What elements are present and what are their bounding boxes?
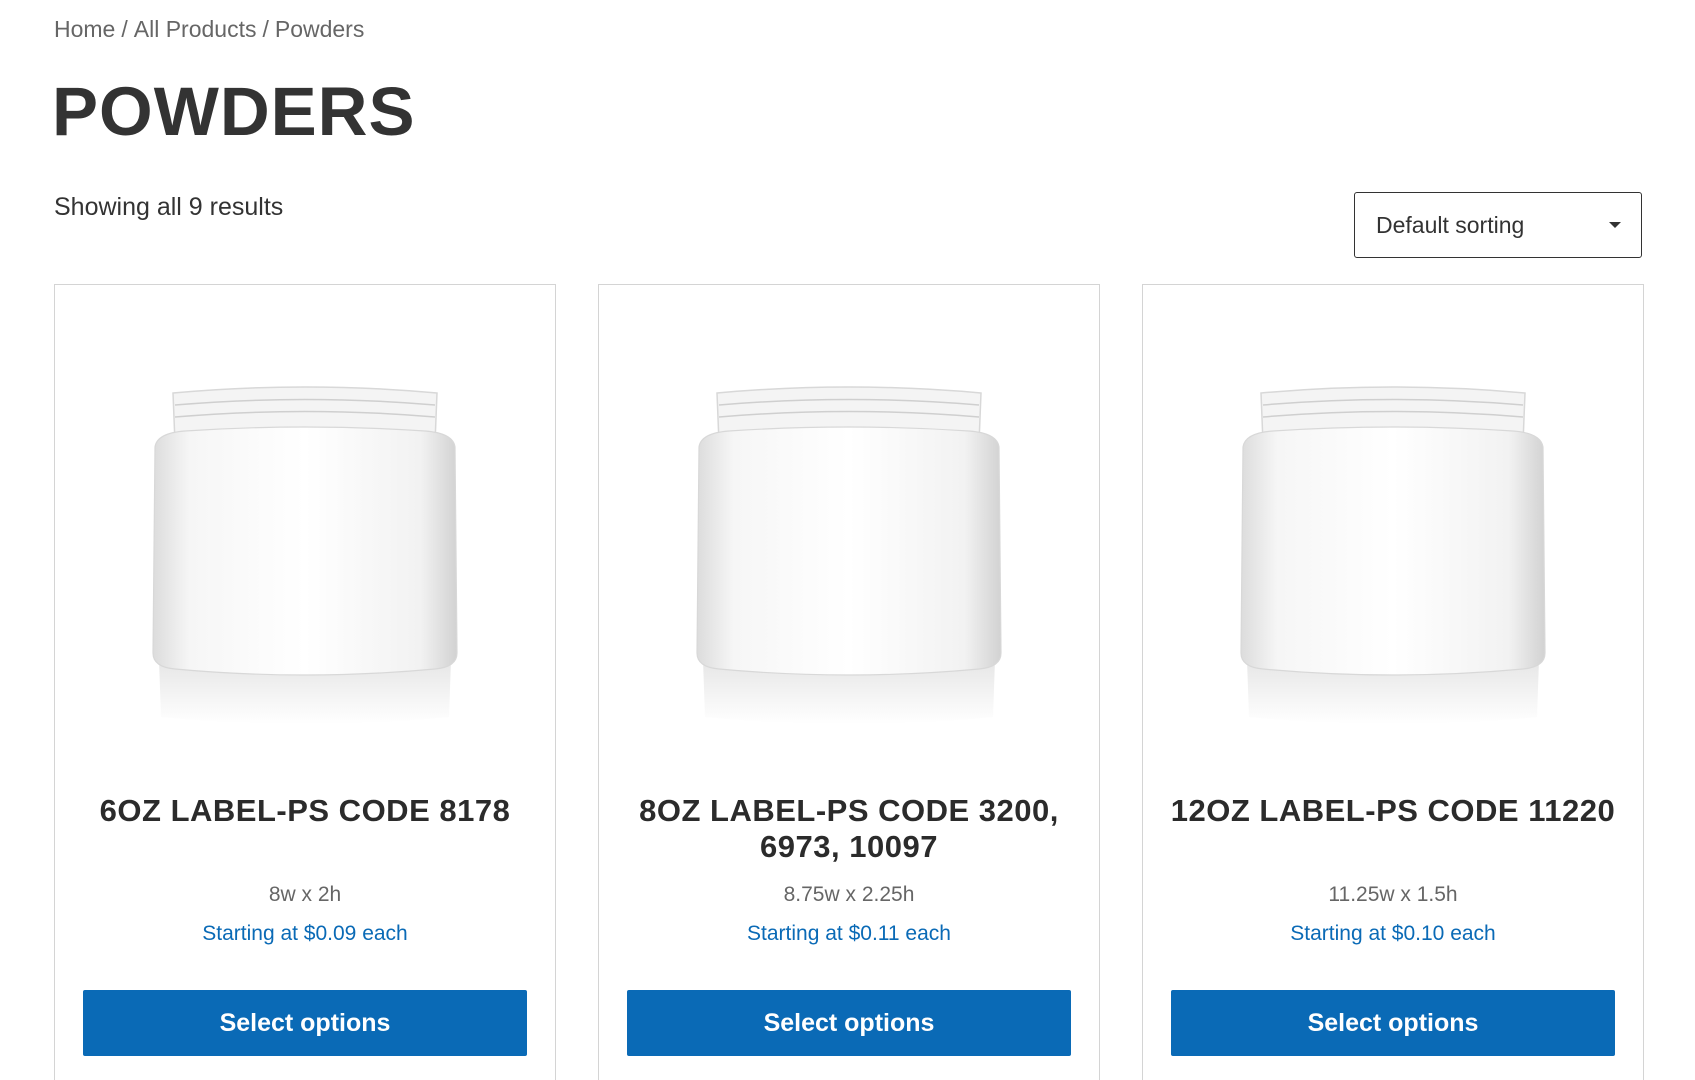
breadcrumb: Home / All Products / Powders	[54, 16, 364, 43]
white-jar-icon	[696, 386, 1002, 724]
product-price: Starting at $0.10 each	[1290, 922, 1496, 945]
product-card: 8OZ LABEL-PS CODE 3200, 6973, 10097 8.75…	[598, 284, 1100, 1080]
product-card: 12OZ LABEL-PS CODE 11220 11.25w x 1.5h S…	[1142, 284, 1644, 1080]
product-title[interactable]: 8OZ LABEL-PS CODE 3200, 6973, 10097	[619, 793, 1079, 865]
shop-page: Home / All Products / Powders POWDERS Sh…	[0, 0, 1695, 1080]
product-image[interactable]	[599, 385, 1099, 1045]
breadcrumb-home[interactable]: Home	[54, 16, 115, 43]
result-count: Showing all 9 results	[54, 193, 284, 221]
sorting-select[interactable]: Default sorting	[1354, 192, 1642, 258]
product-grid: 6OZ LABEL-PS CODE 8178 8w x 2h Starting …	[54, 284, 1644, 1080]
sorting-selected-value: Default sorting	[1376, 211, 1525, 238]
product-price: Starting at $0.09 each	[202, 922, 408, 945]
white-jar-icon	[152, 386, 458, 724]
product-image[interactable]	[1143, 385, 1643, 1045]
product-dimensions: 8w x 2h	[268, 883, 342, 906]
select-options-button[interactable]: Select options	[627, 990, 1071, 1056]
product-title[interactable]: 12OZ LABEL-PS CODE 11220	[1163, 793, 1623, 829]
select-options-button[interactable]: Select options	[1171, 990, 1615, 1056]
product-title[interactable]: 6OZ LABEL-PS CODE 8178	[75, 793, 535, 829]
product-dimensions: 11.25w x 1.5h	[1328, 883, 1458, 906]
product-image[interactable]	[55, 385, 555, 1045]
product-card: 6OZ LABEL-PS CODE 8178 8w x 2h Starting …	[54, 284, 556, 1080]
chevron-down-icon	[1609, 222, 1621, 228]
white-jar-icon	[1240, 386, 1546, 724]
product-dimensions: 8.75w x 2.25h	[783, 883, 915, 906]
product-price: Starting at $0.11 each	[747, 922, 951, 945]
breadcrumb-separator: /	[262, 16, 269, 42]
page-title: POWDERS	[52, 73, 416, 150]
breadcrumb-current: Powders	[274, 16, 365, 42]
select-options-button[interactable]: Select options	[83, 990, 527, 1056]
breadcrumb-all-products[interactable]: All Products	[134, 16, 257, 43]
breadcrumb-separator: /	[121, 16, 128, 42]
